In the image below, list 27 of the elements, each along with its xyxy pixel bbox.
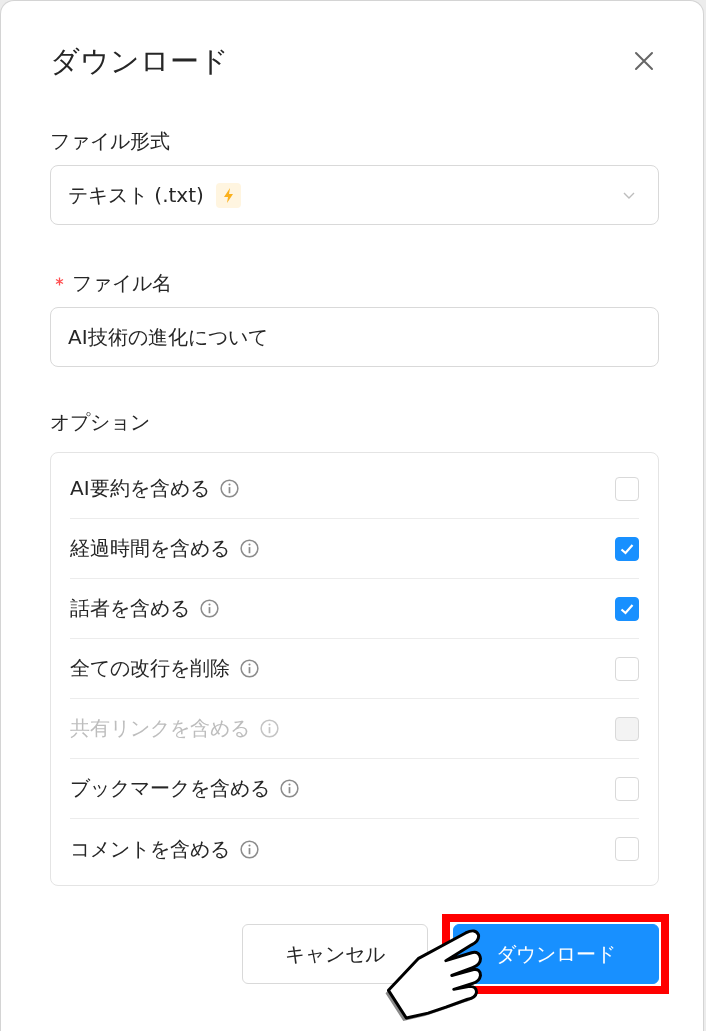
option-label: コメントを含める: [70, 835, 230, 863]
checkbox[interactable]: [615, 596, 639, 621]
close-icon: [634, 51, 654, 71]
field-label: ファイル名: [72, 270, 172, 297]
info-icon: [240, 659, 259, 678]
option-label: AI要約を含める: [70, 475, 210, 502]
info-icon: [200, 599, 219, 618]
info-icon: [280, 779, 299, 798]
close-button[interactable]: [634, 51, 654, 71]
dialog-title: ダウンロード: [50, 43, 229, 80]
filename-input[interactable]: AI技術の進化について: [50, 307, 659, 367]
info-icon: [240, 539, 259, 558]
checkbox[interactable]: [615, 536, 639, 561]
option-label: 経過時間を含める: [70, 535, 230, 562]
format-select[interactable]: テキスト (.txt): [50, 165, 659, 225]
option-label: 話者を含める: [70, 595, 190, 622]
info-icon: [240, 839, 259, 859]
option-label: 全ての改行を削除: [70, 655, 230, 682]
option-label: 共有リンクを含める: [70, 715, 250, 742]
option-label: ブックマークを含める: [70, 775, 270, 802]
cancel-button[interactable]: キャンセル: [242, 924, 428, 984]
section-label: オプション: [50, 409, 150, 436]
info-icon: [219, 479, 239, 498]
info-icon: [260, 719, 279, 738]
select-value: テキスト (.txt): [68, 181, 204, 209]
field-label: ファイル形式: [50, 128, 170, 155]
lightning-icon: [215, 182, 241, 208]
